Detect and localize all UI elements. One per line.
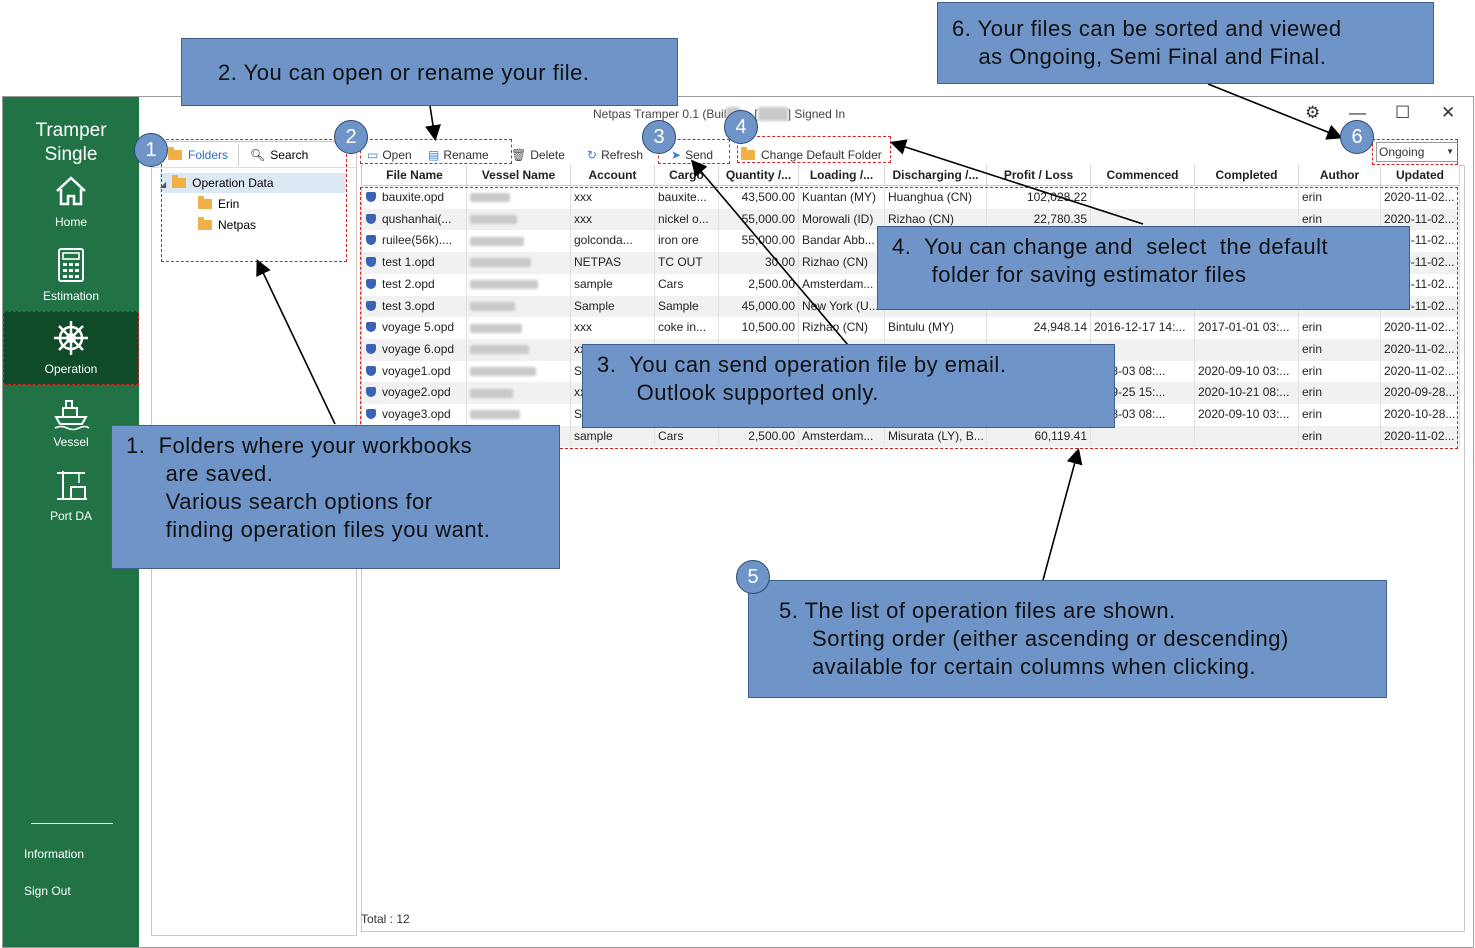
highlight-open-rename [360,139,512,164]
callout-4: 4. You can change and select the default… [877,226,1410,310]
brand-line1: Tramper [35,120,107,141]
title-suffix: ] Signed In [787,107,846,121]
callout-2: 2. You can open or rename your file. [181,38,678,106]
column-header[interactable]: Completed [1195,165,1299,186]
ship-wheel-icon [54,321,88,355]
callout-3: 3. You can send operation file by email.… [582,344,1115,428]
callout-6: 6. Your files can be sorted and viewed a… [937,2,1434,84]
sidebar-item-label: Estimation [42,289,100,303]
refresh-icon: ↻ [587,148,598,162]
window-title: Netpas Tramper 0.1 (Buil12) - [xxxxx] Si… [593,107,845,121]
brand: Tramper Single [3,119,139,167]
sidebar-item-label: Home [54,215,87,229]
highlight-change-folder [737,136,891,163]
close-icon[interactable]: ✕ [1441,103,1455,123]
settings-gear-icon[interactable]: ⚙ [1305,103,1320,123]
column-header[interactable]: File Name [363,165,467,186]
column-header[interactable]: Vessel Name [467,165,571,186]
callout-5: 5. The list of operation files are shown… [748,580,1387,698]
sidebar-item-operation[interactable]: Operation [3,311,139,385]
sidebar-item-label: Operation [44,362,98,376]
column-header[interactable]: Commenced [1091,165,1195,186]
brand-line2: Single [44,144,98,165]
highlight-view-select [1372,139,1458,165]
badge-6: 6 [1340,120,1374,154]
vessel-icon [54,400,90,431]
badge-3: 3 [642,120,676,154]
callout-1: 1. Folders where your workbooks are save… [111,425,560,569]
badge-5: 5 [736,560,770,594]
title-user: xxxxx [757,107,788,121]
trash-icon: 🗑︎ [511,148,527,162]
sidebar-item-home[interactable]: Home [3,171,139,245]
total-count: Total : 12 [361,912,410,926]
refresh-button[interactable]: ↻ Refresh [587,146,643,164]
badge-2: 2 [334,120,368,154]
column-header[interactable]: Discharging /... [885,165,987,186]
column-header[interactable]: Quantity /... [719,165,799,186]
delete-button[interactable]: 🗑︎ Delete [511,146,565,164]
calculator-icon [58,248,84,282]
badge-1: 1 [134,133,168,167]
home-icon [56,176,86,206]
information-link[interactable]: Information [24,847,84,861]
sidebar-divider [31,823,113,824]
column-header[interactable]: Account [571,165,655,186]
column-header[interactable]: Author [1299,165,1381,186]
column-header[interactable]: Profit / Loss [987,165,1091,186]
sidebar-item-estimation[interactable]: Estimation [3,245,139,319]
badge-4: 4 [724,110,758,144]
title-prefix: Netpas Tramper 0.1 (Buil [593,107,727,121]
annotated-screenshot: Tramper Single Home Estimation Operation… [0,0,1475,948]
column-header[interactable]: Loading /... [799,165,885,186]
refresh-label: Refresh [601,148,644,162]
sign-out-link[interactable]: Sign Out [24,884,71,898]
column-header[interactable]: Updated [1381,165,1460,186]
maximize-icon[interactable]: ☐ [1395,103,1410,123]
highlight-folders [161,139,347,262]
column-header[interactable]: Cargo [655,165,719,186]
delete-label: Delete [530,148,565,162]
port-crane-icon [57,471,87,500]
